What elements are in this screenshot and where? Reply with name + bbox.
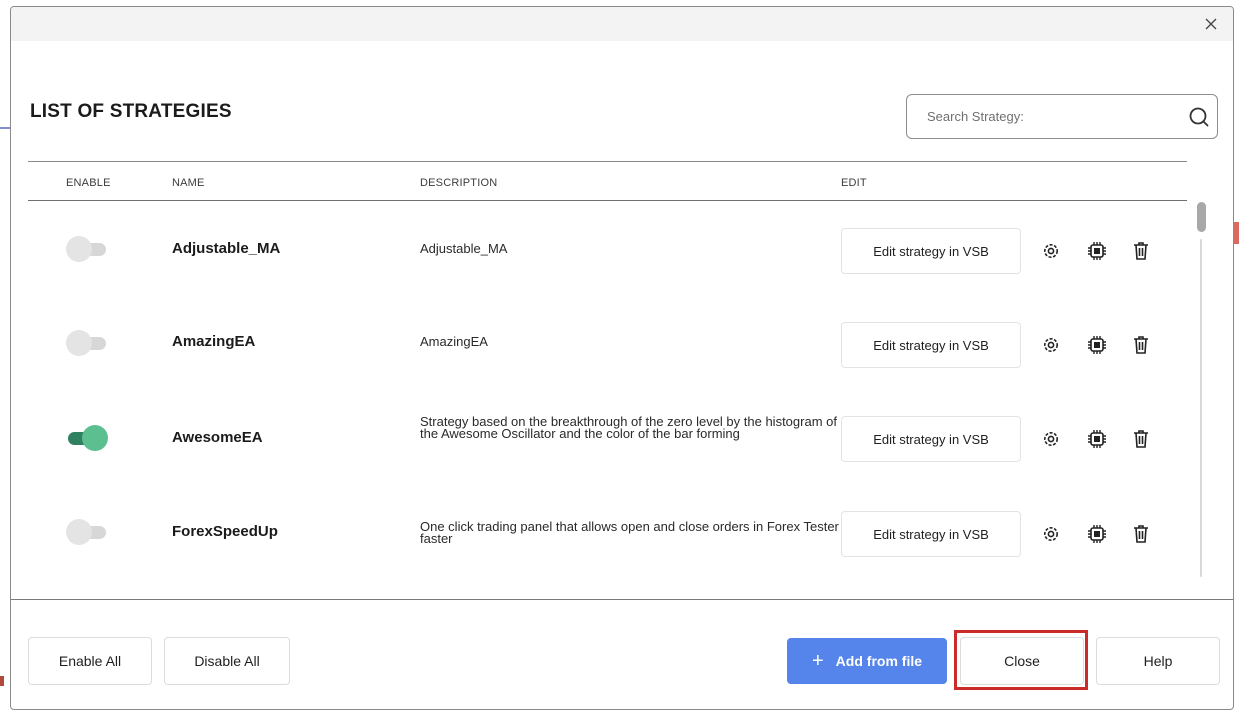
strategy-description: One click trading panel that allows open… [420, 519, 839, 546]
disable-all-button[interactable]: Disable All [164, 637, 290, 685]
strategy-name: Adjustable_MA [172, 240, 281, 257]
close-button[interactable]: Close [960, 637, 1084, 685]
ai-chip-icon[interactable] [1086, 334, 1108, 356]
toggle-knob [66, 519, 92, 545]
trash-icon[interactable] [1130, 428, 1152, 450]
strategy-name: AwesomeEA [172, 429, 263, 446]
title-bar [11, 7, 1233, 41]
table-row: AmazingEA AmazingEA Edit strategy in VSB [11, 295, 1191, 389]
strategy-description: Adjustable_MA [420, 241, 508, 256]
background-window-edge-mark [0, 676, 4, 686]
help-button[interactable]: Help [1096, 637, 1220, 685]
ai-chip-icon[interactable] [1086, 240, 1108, 262]
background-window-edge-mark [0, 127, 10, 129]
toggle-knob [66, 330, 92, 356]
column-header-description: DESCRIPTION [420, 177, 498, 189]
strategy-description: AmazingEA [420, 334, 488, 349]
settings-gear-icon[interactable] [1040, 523, 1062, 545]
table-row: AwesomeEA Strategy based on the breakthr… [11, 389, 1191, 483]
trash-icon[interactable] [1130, 240, 1152, 262]
scrollbar-track[interactable] [1200, 239, 1202, 577]
add-from-file-label: Add from file [835, 653, 923, 669]
enable-toggle[interactable] [66, 236, 108, 262]
background-window-edge-mark [1234, 222, 1239, 244]
settings-gear-icon[interactable] [1040, 334, 1062, 356]
divider [11, 599, 1233, 600]
toggle-knob [66, 236, 92, 262]
close-icon [1205, 18, 1217, 30]
column-header-edit: EDIT [841, 177, 867, 189]
edit-strategy-in-vsb-button[interactable]: Edit strategy in VSB [841, 322, 1021, 368]
search-input[interactable] [919, 103, 1169, 130]
plus-icon: + [811, 650, 824, 672]
search-box [906, 94, 1218, 139]
edit-strategy-in-vsb-button[interactable]: Edit strategy in VSB [841, 511, 1021, 557]
trash-icon[interactable] [1130, 334, 1152, 356]
dialog-close-button[interactable] [1197, 11, 1225, 37]
column-header-name: NAME [172, 177, 205, 189]
ai-chip-icon[interactable] [1086, 523, 1108, 545]
add-from-file-button[interactable]: + Add from file [787, 638, 947, 684]
ai-chip-icon[interactable] [1086, 428, 1108, 450]
strategies-dialog: LIST OF STRATEGIES ENABLE NAME DESCRIPTI… [10, 6, 1234, 710]
divider [28, 161, 1187, 162]
table-row: ForexSpeedUp One click trading panel tha… [11, 483, 1191, 577]
enable-toggle[interactable] [66, 425, 108, 451]
enable-all-button[interactable]: Enable All [28, 637, 152, 685]
enable-toggle[interactable] [66, 519, 108, 545]
column-header-enable: ENABLE [66, 177, 111, 189]
edit-strategy-in-vsb-button[interactable]: Edit strategy in VSB [841, 228, 1021, 274]
strategy-list[interactable]: Adjustable_MA Adjustable_MA Edit strateg… [11, 201, 1221, 581]
background-edge [0, 0, 10, 711]
page-title: LIST OF STRATEGIES [30, 101, 232, 122]
settings-gear-icon[interactable] [1040, 428, 1062, 450]
settings-gear-icon[interactable] [1040, 240, 1062, 262]
strategy-description: Strategy based on the breakthrough of th… [420, 414, 837, 441]
trash-icon[interactable] [1130, 523, 1152, 545]
table-row: Adjustable_MA Adjustable_MA Edit strateg… [11, 201, 1191, 295]
edit-strategy-in-vsb-button[interactable]: Edit strategy in VSB [841, 416, 1021, 462]
enable-toggle[interactable] [66, 330, 108, 356]
strategy-name: ForexSpeedUp [172, 523, 278, 540]
search-icon[interactable] [1188, 106, 1210, 128]
toggle-knob [82, 425, 108, 451]
strategy-name: AmazingEA [172, 333, 256, 350]
scrollbar-thumb[interactable] [1197, 202, 1206, 232]
